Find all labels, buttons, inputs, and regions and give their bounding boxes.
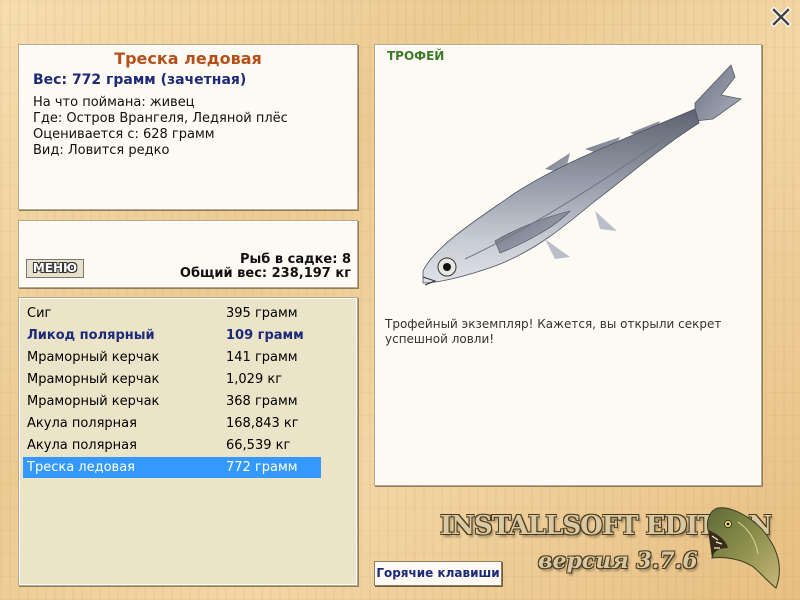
catch-name: Ликод полярный: [27, 328, 155, 343]
detail-rated-from: Оценивается с: 628 грамм: [33, 127, 215, 142]
catch-row[interactable]: Акула полярная 168,843 кг: [23, 413, 321, 434]
catch-weight: 1,029 кг: [226, 372, 283, 387]
detail-location: Где: Остров Врангеля, Ледяной плёс: [33, 111, 288, 126]
catch-row-selected[interactable]: Треска ледовая 772 грамм: [23, 457, 321, 478]
detail-species-rarity: Вид: Ловится редко: [33, 143, 170, 158]
version-label: версия 3.7.6: [538, 548, 698, 574]
trophy-message: Трофейный экземпляр! Кажется, вы открыли…: [385, 317, 722, 346]
pike-logo-icon: [707, 507, 780, 589]
catch-name: Треска ледовая: [27, 460, 135, 475]
catch-name: Мраморный керчак: [27, 372, 160, 387]
fish-count: Рыб в садке: 8: [239, 252, 351, 267]
catch-weight: 168,843 кг: [226, 416, 299, 431]
menu-button[interactable]: МЕНЮ: [26, 259, 84, 278]
catch-row[interactable]: Ликод полярный 109 грамм: [23, 325, 321, 346]
total-weight: Общий вес: 238,197 кг: [179, 266, 351, 281]
catch-name: Сиг: [27, 306, 52, 321]
hotkeys-button[interactable]: Горячие клавиши: [374, 561, 502, 586]
catch-weight: 772 грамм: [226, 460, 298, 475]
fish-title: Треска ледовая: [114, 49, 262, 68]
catch-weight: 368 грамм: [226, 394, 298, 409]
catch-weight: 395 грамм: [226, 306, 298, 321]
catch-name: Мраморный керчак: [27, 350, 160, 365]
catch-row[interactable]: Сиг 395 грамм: [23, 303, 321, 324]
fish-info-panel: Треска ледовая Вес: 772 грамм (зачетная)…: [18, 44, 358, 210]
catch-row[interactable]: Мраморный керчак 368 грамм: [23, 391, 321, 412]
catch-row[interactable]: Мраморный керчак 141 грамм: [23, 347, 321, 368]
catch-row[interactable]: Акула полярная 66,539 кг: [23, 435, 321, 456]
catch-name: Мраморный керчак: [27, 394, 160, 409]
catch-name: Акула полярная: [27, 438, 137, 453]
trophy-panel: ТРОФЕЙ Трофейный экземпляр! Кажется, вы …: [374, 44, 762, 486]
fish-image: [422, 64, 742, 286]
catch-stats-panel: МЕНЮ Рыб в садке: 8 Общий вес: 238,197 к…: [18, 220, 358, 288]
catch-name: Акула полярная: [27, 416, 137, 431]
fish-weight: Вес: 772 грамм (зачетная): [33, 72, 247, 88]
close-icon[interactable]: [770, 6, 792, 28]
catch-weight: 109 грамм: [226, 328, 304, 343]
catch-list-panel: Сиг 395 грамм Ликод полярный 109 грамм М…: [18, 297, 358, 586]
catch-weight: 66,539 кг: [226, 438, 291, 453]
catch-weight: 141 грамм: [226, 350, 298, 365]
catch-row[interactable]: Мраморный керчак 1,029 кг: [23, 369, 321, 390]
detail-bait: На что поймана: живец: [33, 95, 195, 110]
